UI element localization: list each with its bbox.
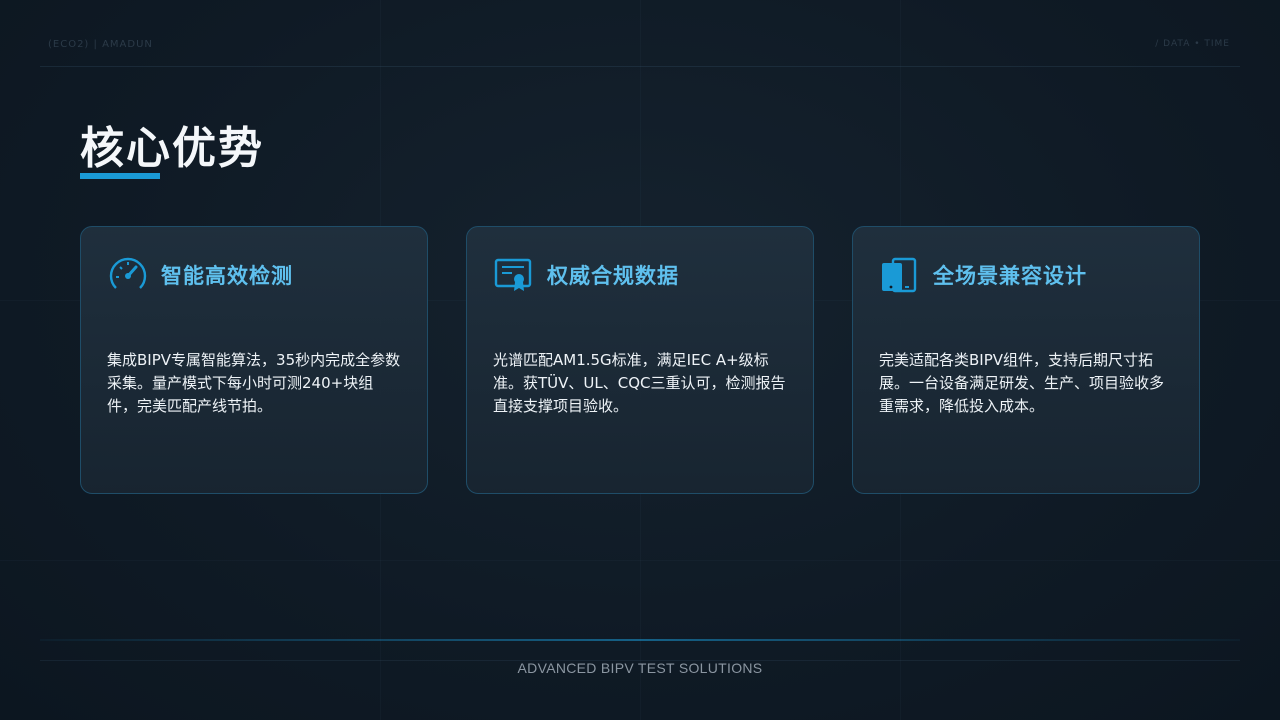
card-title: 智能高效检测 — [161, 263, 293, 288]
feature-card-detection: 智能高效检测 集成BIPV专属智能算法，35秒内完成全参数采集。量产模式下每小时… — [80, 226, 428, 494]
speedometer-icon — [107, 255, 149, 295]
card-header: 权威合规数据 — [493, 255, 787, 295]
footer-tagline: ADVANCED BIPV TEST SOLUTIONS — [517, 660, 763, 676]
feature-card-compliance: 权威合规数据 光谱匹配AM1.5G标准，满足IEC A+级标准。获TÜV、UL、… — [466, 226, 814, 494]
card-description: 光谱匹配AM1.5G标准，满足IEC A+级标准。获TÜV、UL、CQC三重认可… — [493, 351, 786, 415]
card-description: 集成BIPV专属智能算法，35秒内完成全参数采集。量产模式下每小时可测240+块… — [107, 351, 401, 415]
grid-line — [0, 560, 1280, 561]
feature-card-compatibility: 全场景兼容设计 完美适配各类BIPV组件，支持后期尺寸拓展。一台设备满足研发、生… — [852, 226, 1200, 494]
header-mark: / DATA • TIME — [1155, 39, 1230, 49]
card-title: 权威合规数据 — [547, 263, 679, 288]
card-header: 全场景兼容设计 — [879, 255, 1173, 295]
card-title: 全场景兼容设计 — [933, 263, 1087, 288]
card-header: 智能高效检测 — [107, 255, 401, 295]
footer-glow-line — [40, 639, 1240, 641]
devices-icon — [879, 255, 921, 295]
brand-logo: (ECO2) | AMADUN — [48, 39, 153, 50]
page-title: 核心优势 — [80, 123, 264, 174]
certificate-icon — [493, 255, 535, 295]
card-description: 完美适配各类BIPV组件，支持后期尺寸拓展。一台设备满足研发、生产、项目验收多重… — [879, 351, 1165, 415]
top-divider — [40, 66, 1240, 67]
title-underline — [80, 173, 160, 179]
